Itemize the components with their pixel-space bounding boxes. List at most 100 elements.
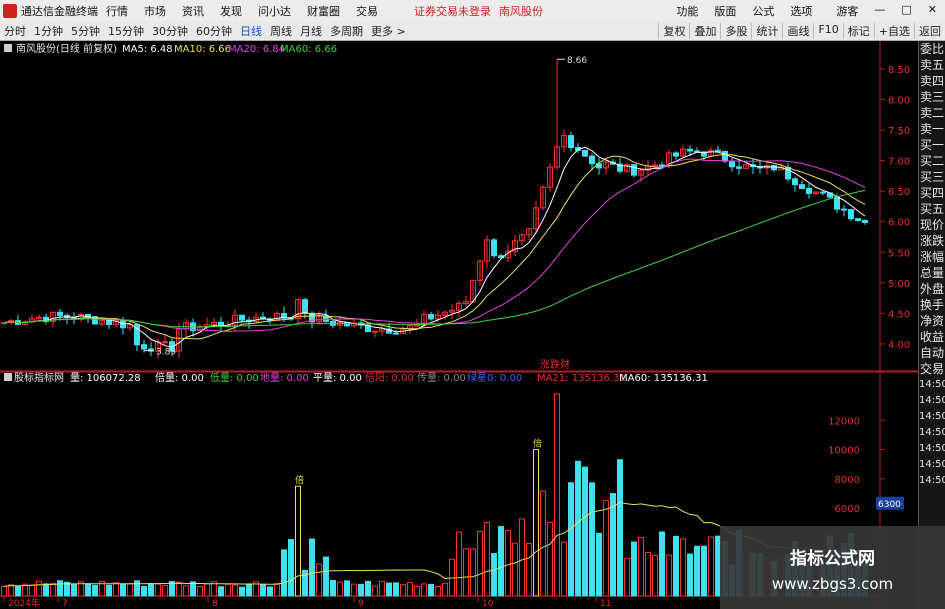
mark-button[interactable]: 标记 xyxy=(842,22,874,39)
volume-bar xyxy=(274,583,280,597)
candle-body xyxy=(771,165,777,171)
volume-bar xyxy=(379,580,385,597)
candle-body xyxy=(855,218,861,221)
period-tab[interactable]: 5分钟 xyxy=(67,23,104,39)
sidebar-label[interactable]: 买一 xyxy=(919,137,945,153)
stats-button[interactable]: 统计 xyxy=(751,22,782,39)
menu-func[interactable]: 功能 xyxy=(668,3,706,19)
menu-formula[interactable]: 公式 xyxy=(744,3,782,19)
sidebar-label[interactable]: 现价 xyxy=(919,217,945,233)
volume-bar xyxy=(309,538,315,597)
period-more[interactable]: 更多 > xyxy=(367,23,410,39)
period-tab-daily[interactable]: 日线 xyxy=(236,23,266,39)
sidebar-label[interactable]: 14:50 xyxy=(919,457,945,473)
double-volume-mark: 倍 xyxy=(295,474,304,486)
period-tab[interactable]: 1分钟 xyxy=(30,23,67,39)
sidebar-label[interactable]: 外盘 xyxy=(919,281,945,297)
sidebar-label[interactable]: 委比 xyxy=(919,41,945,57)
y-tick-label: 5.00 xyxy=(888,279,910,290)
sidebar-label[interactable]: 净资 xyxy=(919,313,945,329)
volume-bar xyxy=(106,584,112,597)
sidebar-label[interactable]: 14:50 xyxy=(919,473,945,489)
sidebar-label[interactable]: 买二 xyxy=(919,153,945,169)
menu-item[interactable]: 资讯 xyxy=(174,3,212,19)
multi-stock-button[interactable]: 多股 xyxy=(720,22,751,39)
sidebar-label[interactable]: 卖二 xyxy=(919,105,945,121)
f10-button[interactable]: F10 xyxy=(813,22,842,39)
sidebar-label[interactable]: 14:50 xyxy=(919,441,945,457)
sidebar-label[interactable]: 自动 xyxy=(919,345,945,361)
volume-bar xyxy=(673,535,679,597)
user-label[interactable]: 游客 xyxy=(828,3,866,19)
volume-bar xyxy=(645,552,651,597)
sidebar-label[interactable]: 14:50 xyxy=(919,393,945,409)
period-tab[interactable]: 60分钟 xyxy=(192,23,236,39)
chart-title: 南风股份(日线 前复权) xyxy=(16,42,117,55)
close-icon[interactable]: ✕ xyxy=(920,3,945,19)
period-tab[interactable]: 多周期 xyxy=(326,23,367,39)
sidebar-label[interactable]: 14:50 xyxy=(919,377,945,393)
period-tab[interactable]: 15分钟 xyxy=(104,23,148,39)
login-notice[interactable]: 证券交易未登录 xyxy=(414,3,491,19)
menu-item[interactable]: 行情 xyxy=(98,3,136,19)
x-tick-label: 7 xyxy=(62,599,68,609)
sidebar-label[interactable]: 14:50 xyxy=(919,409,945,425)
menu-item[interactable]: 发现 xyxy=(212,3,250,19)
menu-layout[interactable]: 版面 xyxy=(706,3,744,19)
volume-bar xyxy=(372,585,378,597)
volume-bar xyxy=(624,557,630,597)
volume-bar xyxy=(519,518,525,597)
sidebar-label[interactable]: 买五 xyxy=(919,201,945,217)
period-tab[interactable]: 分时 xyxy=(0,23,30,39)
sidebar-label[interactable]: 涨幅 xyxy=(919,249,945,265)
volume-bar xyxy=(127,583,133,597)
volume-bar xyxy=(15,585,21,597)
volume-bar xyxy=(8,584,14,597)
sidebar-label[interactable]: 涨跌 xyxy=(919,233,945,249)
volume-bar xyxy=(260,584,266,597)
ma-legend: MA20: 6.84 xyxy=(228,44,285,55)
menu-item[interactable]: 交易 xyxy=(348,3,386,19)
ma-legend: MA10: 6.66 xyxy=(174,44,231,55)
volume-bar xyxy=(498,526,504,597)
indicator-stat: 地量: 0.00 xyxy=(260,371,309,384)
period-tab[interactable]: 30分钟 xyxy=(148,23,192,39)
menu-item[interactable]: 问小达 xyxy=(250,3,299,19)
sidebar-label[interactable]: 买三 xyxy=(919,169,945,185)
sidebar-label[interactable]: 买四 xyxy=(919,185,945,201)
overlay-button[interactable]: 叠加 xyxy=(689,22,720,39)
sidebar-label[interactable]: 14:50 xyxy=(919,425,945,441)
sidebar-label[interactable]: 总量 xyxy=(919,265,945,281)
period-tab[interactable]: 月线 xyxy=(296,23,326,39)
sidebar-label[interactable]: 卖四 xyxy=(919,73,945,89)
add-watch-button[interactable]: +自选 xyxy=(873,22,914,39)
volume-bar xyxy=(162,585,168,597)
draw-button[interactable]: 画线 xyxy=(782,22,813,39)
maximize-icon[interactable]: □ xyxy=(893,3,919,19)
sidebar-label[interactable]: 卖五 xyxy=(919,57,945,73)
low-label: 3.89 xyxy=(156,348,176,358)
volume-bar xyxy=(183,585,189,597)
app-title: 通达信金融终端 xyxy=(21,4,98,18)
candle-body xyxy=(722,150,728,162)
menu-item[interactable]: 财富圈 xyxy=(299,3,348,19)
volume-bar xyxy=(540,490,546,597)
volume-bar xyxy=(239,586,245,597)
sidebar-label[interactable]: 卖三 xyxy=(919,89,945,105)
minimize-icon[interactable]: — xyxy=(866,3,893,19)
candlestick-series xyxy=(1,59,868,359)
sidebar-label[interactable]: 交易 xyxy=(919,361,945,377)
app-logo-icon xyxy=(3,3,17,18)
adjust-button[interactable]: 复权 xyxy=(658,22,689,39)
back-button[interactable]: 返回 xyxy=(914,22,945,39)
period-tab[interactable]: 周线 xyxy=(266,23,296,39)
menu-item[interactable]: 市场 xyxy=(136,3,174,19)
volume-bar xyxy=(344,580,350,597)
sidebar-label[interactable]: 换手 xyxy=(919,297,945,313)
sidebar-label[interactable]: 卖一 xyxy=(919,121,945,137)
menu-bar: 通达信金融终端 行情 市场 资讯 发现 问小达 财富圈 交易 证券交易未登录 南… xyxy=(0,0,945,21)
volume-bar xyxy=(456,531,462,597)
menu-options[interactable]: 选项 xyxy=(782,3,820,19)
sidebar-label[interactable]: 收益 xyxy=(919,329,945,345)
kline-chart[interactable]: 南风股份(日线 前复权) MA5: 6.48 MA10: 6.66MA20: 6.8… xyxy=(0,41,918,609)
